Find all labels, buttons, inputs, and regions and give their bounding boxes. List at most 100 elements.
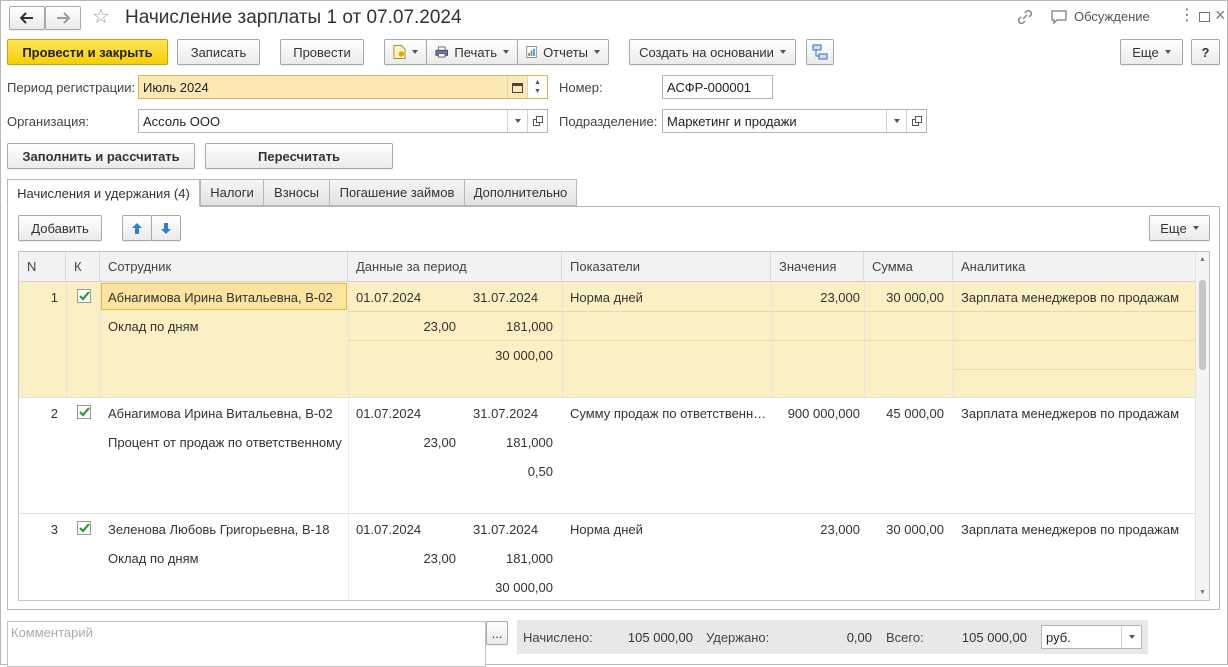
print-button[interactable]: Печать — [426, 39, 518, 65]
row-number: 2 — [50, 406, 58, 421]
organization-open-button[interactable] — [527, 110, 547, 132]
header-indicators[interactable]: Показатели — [562, 252, 771, 282]
accrual-type: Процент от продаж по ответственному — [108, 435, 342, 450]
back-button[interactable] — [9, 6, 45, 30]
chevron-down-icon — [412, 50, 418, 54]
close-icon[interactable]: × — [1215, 5, 1226, 26]
checkmark-icon — [79, 291, 90, 301]
reports-button[interactable]: Отчеты — [517, 39, 609, 65]
table-row[interactable]: 3 Зеленова Любовь Григорьевна, В-18 Окла… — [19, 514, 1195, 600]
more-button[interactable]: Еще — [1120, 39, 1183, 65]
column-divider — [348, 514, 349, 600]
subrow-divider — [953, 369, 1195, 370]
move-up-button[interactable] — [122, 215, 152, 241]
help-button[interactable]: ? — [1191, 39, 1220, 65]
table-row[interactable]: 2 Абнагимова Ирина Витальевна, В-02 Проц… — [19, 398, 1195, 514]
period-spin-button[interactable]: ▲ ▼ — [527, 76, 547, 98]
vertical-scrollbar[interactable]: ▲ ▼ — [1195, 252, 1209, 600]
tab-taxes[interactable]: Налоги — [200, 179, 264, 206]
total-value: 105 000,00 — [961, 630, 1027, 645]
row-checkbox[interactable] — [77, 289, 91, 303]
fill-and-calculate-button[interactable]: Заполнить и рассчитать — [7, 143, 195, 169]
comment-placeholder: Комментарий — [11, 625, 93, 640]
subrow-divider — [348, 311, 1195, 312]
discussion-button[interactable]: Обсуждение — [1051, 9, 1150, 24]
menu-dots-icon[interactable]: ⋮ — [1179, 8, 1195, 24]
date-from: 01.07.2024 — [356, 522, 422, 537]
department-open-button[interactable] — [906, 110, 926, 132]
accrual-type: Оклад по дням — [108, 319, 199, 334]
accrued-value: 105 000,00 — [627, 630, 693, 645]
chevron-down-icon — [1128, 635, 1135, 639]
period-field[interactable]: Июль 2024 ▲ ▼ — [138, 75, 548, 99]
period-value-1: 23,00 — [423, 435, 456, 450]
tab-accruals[interactable]: Начисления и удержания (4) — [7, 179, 200, 207]
favorite-star-icon[interactable]: ☆ — [92, 6, 110, 28]
header-analytics[interactable]: Аналитика — [953, 252, 1195, 282]
row-checkbox[interactable] — [77, 521, 91, 535]
organization-field[interactable]: Ассоль ООО — [138, 109, 548, 133]
save-button[interactable]: Записать — [177, 39, 260, 65]
header-n[interactable]: N — [19, 252, 66, 282]
period-label: Период регистрации: — [7, 80, 136, 95]
structure-button[interactable] — [806, 39, 834, 65]
date-to: 31.07.2024 — [473, 290, 539, 305]
tab-contributions[interactable]: Взносы — [263, 179, 330, 206]
add-button[interactable]: Добавить — [18, 215, 102, 241]
indicator-value: 23,000 — [820, 290, 860, 305]
department-field[interactable]: Маркетинг и продажи — [662, 109, 927, 133]
row-number: 1 — [50, 290, 58, 305]
indicator: Норма дней — [570, 290, 643, 305]
chevron-down-icon — [503, 50, 509, 54]
currency-select[interactable]: руб. — [1041, 625, 1142, 649]
organization-dropdown-button[interactable] — [507, 110, 527, 132]
maximize-icon[interactable] — [1199, 12, 1210, 22]
row-checkbox[interactable] — [77, 405, 91, 419]
attach-file-button[interactable] — [384, 39, 427, 65]
employee-name: Абнагимова Ирина Витальевна, В-02 — [108, 290, 333, 305]
post-and-close-button[interactable]: Провести и закрыть — [7, 39, 168, 65]
printer-icon — [435, 46, 448, 58]
arrow-right-icon — [57, 12, 70, 24]
header-employee[interactable]: Сотрудник — [100, 252, 348, 282]
currency-value: руб. — [1046, 629, 1071, 645]
table-more-button[interactable]: Еще — [1149, 215, 1210, 241]
forward-button[interactable] — [45, 6, 81, 30]
date-to: 31.07.2024 — [473, 522, 539, 537]
header-k[interactable]: К — [66, 252, 100, 282]
chevron-down-icon — [1192, 226, 1199, 230]
tab-additional[interactable]: Дополнительно — [464, 179, 577, 206]
table-more-label: Еще — [1160, 220, 1187, 236]
department-dropdown-button[interactable] — [886, 110, 906, 132]
table-row[interactable]: 1 Абнагимова Ирина Витальевна, В-02 Окла… — [19, 282, 1195, 398]
chevron-down-icon — [779, 50, 786, 54]
move-down-button[interactable] — [151, 215, 181, 241]
checkmark-icon — [79, 523, 90, 533]
header-values[interactable]: Значения — [771, 252, 864, 282]
chat-icon — [1051, 9, 1067, 24]
number-field[interactable]: АСФР-000001 — [662, 75, 773, 99]
accruals-table[interactable]: N К Сотрудник Данные за период Показател… — [18, 251, 1210, 601]
withheld-label: Удержано: — [706, 630, 770, 645]
discussion-label: Обсуждение — [1074, 9, 1150, 24]
currency-dropdown-button[interactable] — [1121, 626, 1141, 648]
comment-expand-button[interactable]: ... — [486, 621, 508, 645]
chevron-down-icon — [514, 119, 521, 123]
link-icon[interactable] — [1016, 9, 1034, 28]
analytics: Зарплата менеджеров по продажам — [961, 522, 1180, 537]
recalculate-button[interactable]: Пересчитать — [205, 143, 393, 169]
create-based-on-button[interactable]: Создать на основании — [629, 39, 796, 65]
calendar-button[interactable] — [507, 76, 527, 98]
header-sum[interactable]: Сумма — [864, 252, 953, 282]
tab-loans[interactable]: Погашение займов — [329, 179, 465, 206]
indicator-value: 900 000,000 — [787, 406, 860, 421]
comment-field[interactable]: Комментарий — [7, 621, 486, 667]
sum: 30 000,00 — [886, 522, 944, 537]
indicator: Норма дней — [570, 522, 643, 537]
scroll-down-icon[interactable]: ▼ — [1199, 589, 1206, 596]
scroll-up-icon[interactable]: ▲ — [1199, 256, 1206, 263]
scrollbar-thumb[interactable] — [1199, 280, 1206, 370]
header-period-data[interactable]: Данные за период — [348, 252, 562, 282]
post-button[interactable]: Провести — [280, 39, 364, 65]
spin-up-icon: ▲ — [534, 79, 541, 86]
